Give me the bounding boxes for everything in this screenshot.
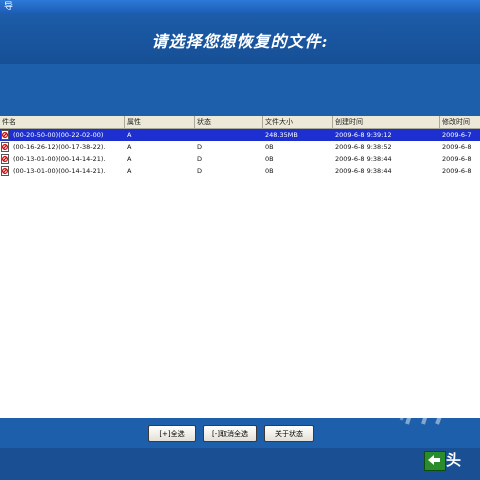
column-header-attribute[interactable]: 属性 [125,116,195,128]
cell-attribute: A [127,131,132,139]
cell-size: 0B [265,167,274,175]
watermark-text: 头 [446,451,462,469]
back-arrow-icon [428,455,440,465]
cell-attribute: A [127,143,132,151]
deselect-all-button[interactable]: [-]取消全选 [203,425,257,442]
cell-attribute: A [127,167,132,175]
cell-modified: 2009-6-8 [442,167,472,175]
cell-status [195,129,263,141]
toolbar-band [0,64,480,116]
file-list: 件名 属性 状态 文件大小 创建时间 修改时间 (00-20-50-00)(00… [0,116,480,418]
header-banner: 请选择您想恢复的文件: [0,14,480,64]
file-list-header: 件名 属性 状态 文件大小 创建时间 修改时间 [0,116,480,129]
table-row[interactable]: (00-16-26-12)(00-17-38-22). A D 0B 2009-… [0,141,480,153]
table-row[interactable]: (00-13-01-00)(00-14-14-21). A D 0B 2009-… [0,165,480,177]
cell-name: (00-20-50-00)(00-22-02-00) [13,131,104,139]
file-icon [1,166,9,176]
cell-name: (00-13-01-00)(00-14-14-21). [13,167,106,175]
column-header-name[interactable]: 件名 [0,116,125,128]
cell-status: D [197,167,203,175]
back-button[interactable] [424,451,446,471]
cell-modified: 2009-6-7 [442,131,472,139]
table-row[interactable]: (00-13-01-00)(00-14-14-21). A D 0B 2009-… [0,153,480,165]
cell-created: 2009-6-8 9:38:44 [335,167,392,175]
cell-status: D [197,143,203,151]
table-row[interactable]: (00-20-50-00)(00-22-02-00) A 248.35MB 20… [0,129,480,141]
page-title: 请选择您想恢复的文件: [151,32,329,51]
select-all-button[interactable]: [+]全选 [148,425,196,442]
cell-name: (00-13-01-00)(00-14-14-21). [13,155,106,163]
window-titlebar: 导 [0,0,480,14]
file-icon [1,142,9,152]
column-header-size[interactable]: 文件大小 [263,116,333,128]
file-icon [1,154,9,164]
column-header-modified[interactable]: 修改时间 [440,116,480,128]
cell-created: 2009-6-8 9:39:12 [335,131,392,139]
cell-name: (00-16-26-12)(00-17-38-22). [13,143,106,151]
cell-size: 0B [265,143,274,151]
watermark-logo-icon [399,389,472,425]
column-header-status[interactable]: 状态 [195,116,263,128]
cell-modified: 2009-6-8 [442,155,472,163]
cell-size: 0B [265,155,274,163]
footer-bar [0,448,480,480]
file-icon [1,130,9,140]
window-title: 导 [4,2,14,12]
cell-attribute: A [127,155,132,163]
cell-modified: 2009-6-8 [442,143,472,151]
column-header-created[interactable]: 创建时间 [333,116,440,128]
cell-created: 2009-6-8 9:38:44 [335,155,392,163]
cell-created: 2009-6-8 9:38:52 [335,143,392,151]
about-status-button[interactable]: 关于状态 [264,425,314,442]
cell-size: 248.35MB [265,131,298,139]
cell-status: D [197,155,203,163]
